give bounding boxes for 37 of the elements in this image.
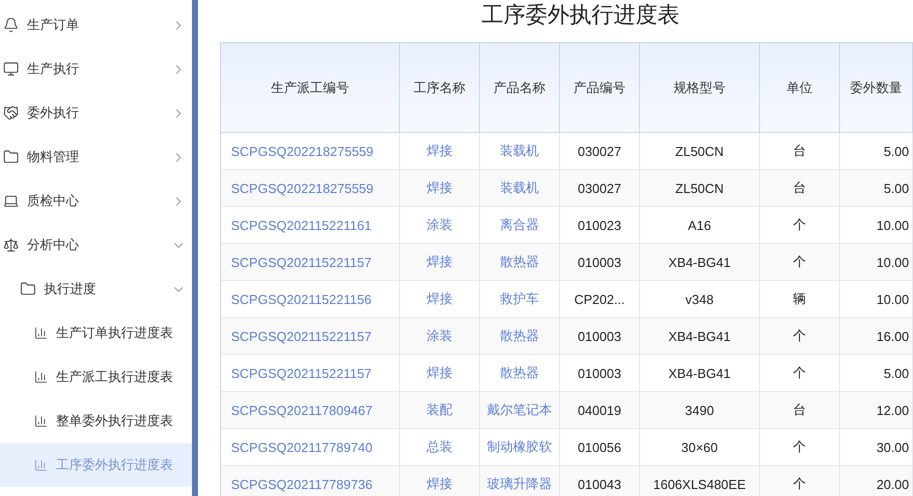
sidebar-item[interactable]: 物料管理: [0, 135, 192, 179]
sidebar-item[interactable]: 整单委外执行进度表: [0, 399, 192, 443]
column-header: 单位: [760, 43, 840, 132]
folder-icon: [3, 149, 19, 165]
table-link[interactable]: SCPGSQ202117789736: [221, 466, 400, 496]
table-cell: 个: [760, 466, 840, 496]
bar-chart-icon: [34, 414, 48, 428]
table-link[interactable]: 玻璃升降器: [480, 466, 560, 496]
column-header: 委外数量: [840, 43, 913, 132]
table-link[interactable]: 焊接: [400, 466, 480, 496]
sidebar-item[interactable]: 执行进度: [0, 267, 192, 311]
bar-chart-icon: [34, 458, 48, 472]
laptop-icon: [3, 193, 19, 209]
page-title: 工序委外执行进度表: [482, 1, 680, 29]
scale-icon: [3, 237, 19, 253]
sidebar-item[interactable]: 委外执行: [0, 91, 192, 135]
sidebar-item[interactable]: 生产派工执行进度表: [0, 355, 192, 399]
folder-icon: [20, 281, 36, 297]
handshake-icon: [3, 105, 19, 121]
sidebar-item[interactable]: 分析中心: [0, 223, 192, 267]
monitor-icon: [3, 61, 19, 77]
table-cell: 20.00: [840, 466, 913, 496]
column-header: 规格型号: [640, 43, 760, 132]
sidebar-item[interactable]: 质检中心: [0, 179, 192, 223]
sidebar-item[interactable]: 生产订单执行进度表: [0, 311, 192, 355]
column-header: 产品名称: [480, 43, 560, 132]
sidebar-item[interactable]: 生产订单: [0, 3, 192, 47]
column-header: 产品编号: [560, 43, 640, 132]
table-cell: 010043: [560, 466, 640, 496]
sidebar-item[interactable]: 生产执行: [0, 47, 192, 91]
table-cell: 1606XLS480EE: [640, 466, 760, 496]
sidebar-item[interactable]: 工序委外执行进度表: [0, 443, 192, 487]
bell-icon: [3, 17, 19, 33]
bar-chart-icon: [34, 326, 48, 340]
column-header: 生产派工编号: [221, 43, 400, 132]
bar-chart-icon: [34, 370, 48, 384]
column-header: 工序名称: [400, 43, 480, 132]
